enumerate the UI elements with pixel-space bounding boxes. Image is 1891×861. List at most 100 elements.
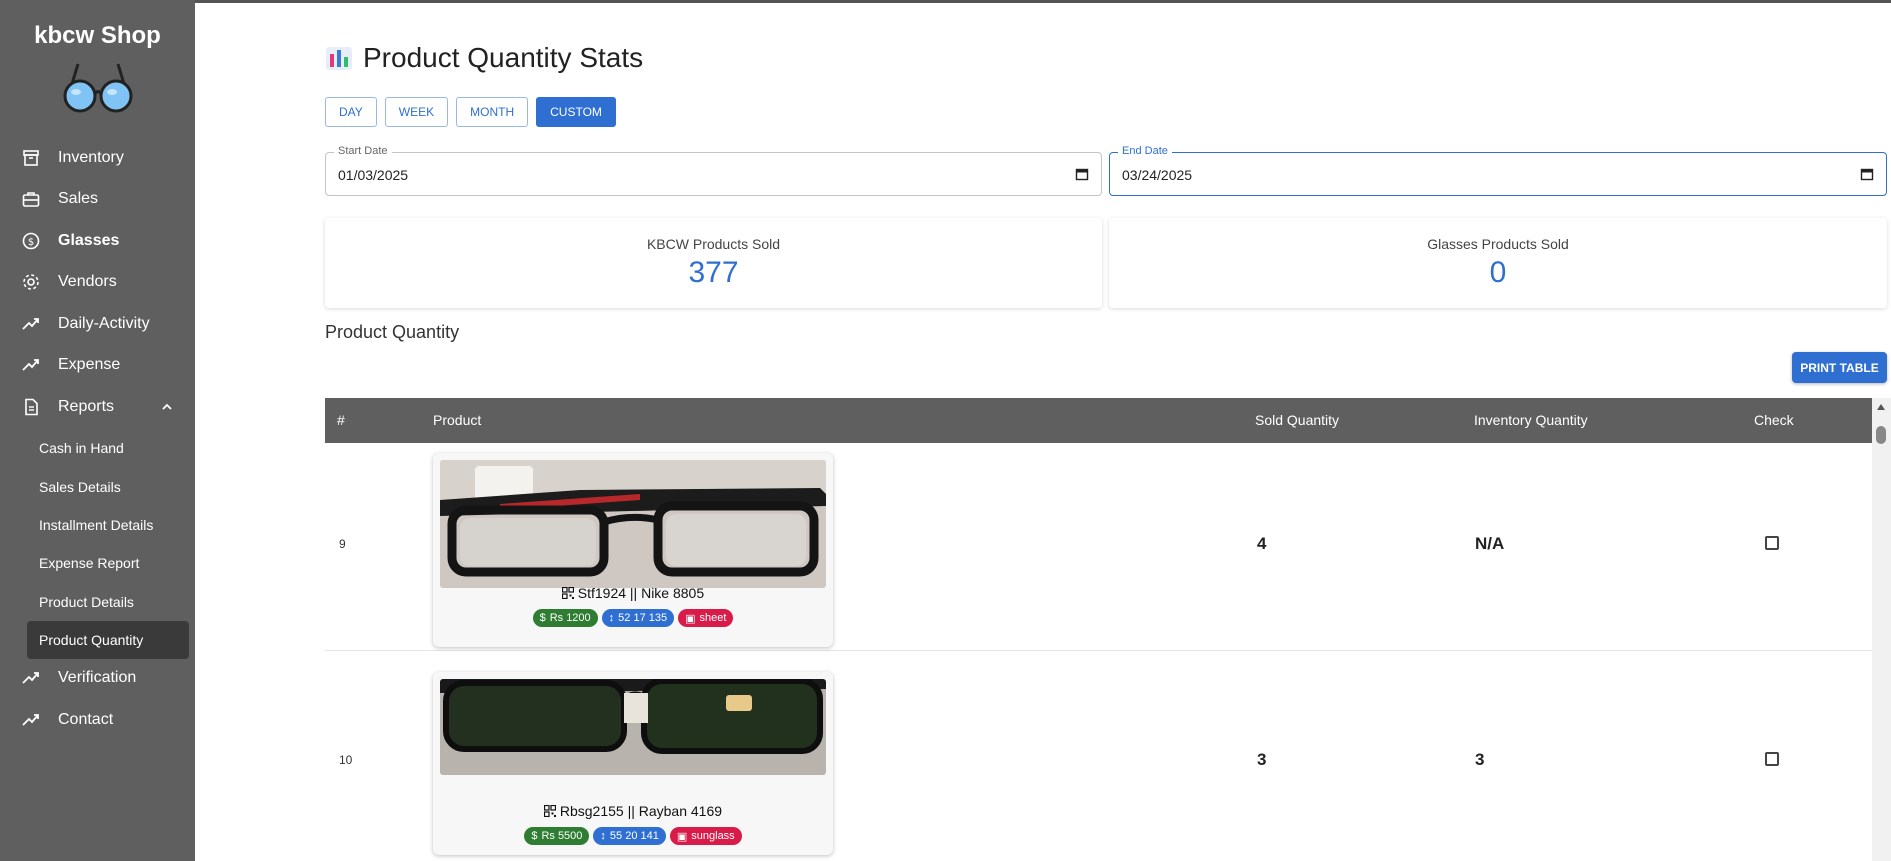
size-chip: ↕ 52 17 135: [601, 609, 675, 627]
sidebar-subitem-product-quantity[interactable]: Product Quantity: [27, 621, 189, 659]
size-value: 55 20 141: [609, 830, 659, 842]
svg-text:$: $: [28, 237, 34, 248]
chevron-up-icon[interactable]: [161, 401, 173, 413]
sidebar-item-label: Contact: [58, 711, 114, 728]
stat-value: 377: [688, 256, 739, 289]
product-name-row: Rbsg2155 || Rayban 4169: [433, 803, 833, 819]
column-header-product[interactable]: Product: [433, 412, 481, 428]
sidebar-subitem-product-details[interactable]: Product Details: [27, 583, 189, 621]
briefcase-icon: [22, 192, 40, 207]
column-header-sold[interactable]: Sold Quantity: [1255, 412, 1339, 428]
calendar-icon[interactable]: [1075, 167, 1089, 181]
sidebar-subitem-sales-details[interactable]: Sales Details: [27, 468, 189, 506]
qr-code-icon: [561, 586, 574, 600]
calendar-icon[interactable]: [1860, 167, 1874, 181]
sidebar-item-label: Verification: [58, 669, 137, 686]
sidebar-item-daily-activity[interactable]: Daily-Activity: [0, 304, 195, 344]
sidebar-subitem-expense-report[interactable]: Expense Report: [27, 544, 189, 582]
brand-title: kbcw Shop: [34, 22, 161, 49]
top-border: [195, 0, 1891, 3]
gear-icon: [23, 274, 39, 290]
scroll-up-arrow-icon[interactable]: [1876, 403, 1886, 411]
range-month-button[interactable]: MONTH: [456, 97, 529, 127]
column-header-inventory[interactable]: Inventory Quantity: [1474, 412, 1588, 428]
column-header-index[interactable]: #: [337, 412, 345, 428]
sidebar-subitem-cash-in-hand[interactable]: Cash in Hand: [27, 429, 189, 467]
inventory-quantity: 3: [1475, 750, 1485, 769]
page-header: Product Quantity Stats: [325, 42, 643, 74]
stat-card-kbcw: KBCW Products Sold 377: [325, 218, 1102, 308]
product-name: Stf1924 || Nike 8805: [577, 585, 705, 601]
range-custom-button[interactable]: CUSTOM: [536, 97, 616, 127]
product-chips: $ Rs 5500 ↕ 55 20 141 ▣ sunglass: [433, 827, 833, 845]
glasses-logo-icon: [63, 63, 132, 113]
row-index: 9: [339, 537, 346, 551]
sidebar-item-glasses[interactable]: $ Glasses: [0, 221, 195, 261]
product-card[interactable]: Stf1924 || Nike 8805 $ Rs 1200 ↕ 52 17 135…: [433, 453, 833, 647]
type-chip: ▣ sunglass: [669, 827, 742, 845]
ruler-icon: ↕: [600, 830, 606, 842]
stat-value: 0: [1489, 256, 1507, 289]
row-index: 10: [339, 753, 353, 767]
product-name: Rbsg2155 || Rayban 4169: [559, 803, 723, 819]
archive-icon: [23, 150, 39, 166]
size-value: 52 17 135: [618, 612, 668, 624]
date-range-selector: DAY WEEK MONTH CUSTOM: [325, 97, 616, 127]
rupee-icon: $: [531, 830, 538, 842]
stat-card-glasses: Glasses Products Sold 0: [1109, 218, 1887, 308]
sidebar-item-label: Glasses: [58, 232, 120, 249]
sidebar: kbcw Shop Inventory Sales $ Glasses Vend…: [0, 0, 195, 861]
check-checkbox[interactable]: [1765, 752, 1779, 766]
range-day-button[interactable]: DAY: [325, 97, 377, 127]
sidebar-subitem-installment-details[interactable]: Installment Details: [27, 506, 189, 544]
table-row: 10 Rbsg2155 || Rayban 4169 $ Rs 5500 ↕ 55 …: [325, 652, 1872, 861]
box-icon: ▣: [676, 830, 688, 843]
table-row: 9 Stf1924 || Nike 8805 $ Rs 1200 ↕ 52 17 1…: [325, 443, 1872, 651]
product-name-row: Stf1924 || Nike 8805: [433, 585, 833, 601]
sidebar-item-label: Expense: [58, 356, 121, 373]
sidebar-item-verification[interactable]: Verification: [0, 658, 195, 698]
scroll-thumb[interactable]: [1876, 426, 1886, 444]
size-chip: ↕ 55 20 141: [593, 827, 666, 845]
page-title: Product Quantity Stats: [363, 42, 644, 73]
trending-up-icon: [22, 359, 39, 371]
start-date-label: Start Date: [334, 145, 392, 157]
sidebar-item-sales[interactable]: Sales: [0, 179, 195, 219]
trending-up-icon: [22, 714, 39, 726]
sidebar-item-contact[interactable]: Contact: [0, 700, 195, 740]
stat-label: Glasses Products Sold: [1427, 236, 1569, 252]
sidebar-item-reports[interactable]: Reports: [0, 387, 195, 427]
start-date-value: 01/03/2025: [338, 167, 409, 183]
price-value: Rs 5500: [541, 830, 583, 842]
sidebar-item-label: Inventory: [58, 149, 124, 166]
sidebar-item-label: Daily-Activity: [58, 315, 150, 332]
sidebar-item-label: Sales: [58, 190, 99, 207]
column-header-check[interactable]: Check: [1754, 412, 1794, 428]
sidebar-item-inventory[interactable]: Inventory: [0, 138, 195, 178]
bar-chart-icon: [326, 47, 352, 70]
sold-quantity: 3: [1257, 750, 1267, 769]
table-scrollbar[interactable]: [1872, 398, 1891, 861]
ruler-icon: ↕: [608, 612, 615, 624]
price-chip: $ Rs 1200: [532, 609, 598, 627]
product-chips: $ Rs 1200 ↕ 52 17 135 ▣ sheet: [433, 609, 833, 627]
price-chip: $ Rs 5500: [524, 827, 590, 845]
type-value: sunglass: [691, 830, 735, 842]
range-week-button[interactable]: WEEK: [384, 97, 449, 127]
print-table-button[interactable]: PRINT TABLE: [1792, 352, 1887, 383]
sidebar-item-expense[interactable]: Expense: [0, 345, 195, 385]
sold-quantity: 4: [1257, 534, 1267, 553]
start-date-field[interactable]: Start Date 01/03/2025: [325, 145, 1102, 196]
end-date-field[interactable]: End Date 03/24/2025: [1109, 145, 1887, 196]
trending-up-icon: [22, 318, 39, 330]
end-date-label: End Date: [1118, 145, 1172, 157]
sidebar-item-vendors[interactable]: Vendors: [0, 262, 195, 302]
rupee-icon: $: [539, 612, 546, 624]
product-card[interactable]: Rbsg2155 || Rayban 4169 $ Rs 5500 ↕ 55 20 …: [433, 672, 833, 855]
sidebar-item-label: Reports: [58, 398, 115, 415]
check-checkbox[interactable]: [1765, 536, 1779, 550]
qr-code-icon: [543, 804, 557, 818]
box-icon: ▣: [685, 612, 696, 625]
product-image: [440, 679, 826, 775]
type-chip: ▣ sheet: [678, 609, 734, 627]
